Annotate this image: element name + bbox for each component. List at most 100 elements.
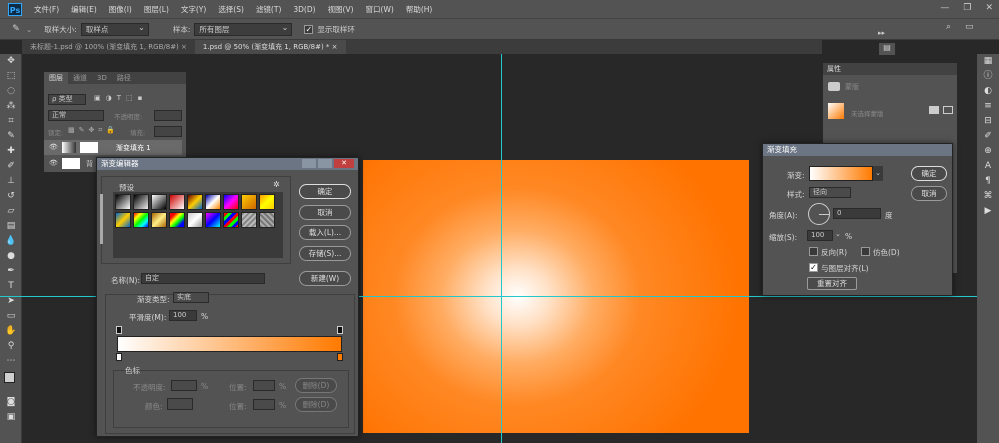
new-button[interactable]: 新建(W)	[299, 271, 351, 286]
type-tool-icon[interactable]: T	[0, 279, 22, 294]
scale-field[interactable]: 100	[807, 230, 833, 241]
eraser-tool-icon[interactable]: ▱	[0, 204, 22, 219]
sample-size-select[interactable]: 取样点	[80, 22, 149, 36]
history-brush-icon[interactable]: ↺	[0, 189, 22, 204]
workspace-icon[interactable]: ▭	[965, 22, 979, 34]
stop-color-swatch[interactable]	[167, 398, 193, 410]
screen-mode-icon[interactable]: ▣	[0, 410, 22, 425]
name-field[interactable]: 自定	[141, 273, 265, 284]
quick-select-tool-icon[interactable]: ⁂	[0, 99, 22, 114]
gradient-type-select[interactable]: 实底	[173, 292, 209, 303]
show-ring-checkbox[interactable]: ✓	[304, 24, 314, 34]
menu-filter[interactable]: 滤镜(T)	[250, 4, 287, 15]
paragraph-icon[interactable]: ¶	[977, 174, 999, 189]
tool-preset-chevron-icon[interactable]: ⌄	[26, 25, 32, 34]
stop-color-location-field[interactable]	[253, 399, 275, 410]
reverse-checkbox[interactable]	[809, 247, 818, 256]
preset-swatch[interactable]	[133, 212, 149, 228]
preset-swatch[interactable]	[223, 212, 239, 228]
layer-kind-filter[interactable]: ρ 类型	[48, 94, 86, 105]
maximize-icon[interactable]	[318, 159, 332, 168]
visibility-eye-icon[interactable]: 👁	[49, 159, 58, 167]
preset-swatch[interactable]	[115, 212, 131, 228]
stop-opacity-field[interactable]	[171, 380, 197, 391]
tab-close-icon[interactable]: ×	[181, 43, 187, 51]
visibility-eye-icon[interactable]: 👁	[49, 143, 58, 151]
panel-collapse-icon[interactable]: ▸▸	[878, 29, 894, 41]
lasso-tool-icon[interactable]: ◌	[0, 84, 22, 99]
stop-location-field[interactable]	[253, 380, 275, 391]
preset-swatch[interactable]	[187, 212, 203, 228]
presets-scrollbar[interactable]	[100, 194, 103, 244]
menu-help[interactable]: 帮助(H)	[400, 4, 439, 15]
opacity-stop-right[interactable]	[337, 326, 343, 334]
gradient-tool-icon[interactable]: ▤	[0, 219, 22, 234]
blend-mode-select[interactable]: 正常	[48, 110, 104, 121]
info-icon[interactable]: ⓘ	[977, 69, 999, 84]
pixel-mask-icon[interactable]	[929, 106, 939, 114]
foreground-color-swatch[interactable]	[4, 372, 15, 383]
gradient-preview-bar[interactable]	[117, 336, 342, 352]
vertical-guide[interactable]	[501, 54, 502, 443]
cancel-button[interactable]: 取消	[299, 205, 351, 220]
zoom-tool-icon[interactable]: ⚲	[0, 339, 22, 354]
delete-opacity-stop-button[interactable]: 删除(D)	[295, 378, 337, 393]
scale-chevron-icon[interactable]: ⌄	[835, 230, 845, 241]
fill-field[interactable]	[154, 126, 182, 137]
cancel-button[interactable]: 取消	[911, 186, 947, 201]
move-tool-icon[interactable]: ✥	[0, 54, 22, 69]
blur-tool-icon[interactable]: 💧	[0, 234, 22, 249]
menu-type[interactable]: 文字(Y)	[175, 4, 212, 15]
clone-source-icon[interactable]: ⊕	[977, 144, 999, 159]
vector-mask-icon[interactable]	[943, 106, 953, 114]
preset-swatch[interactable]	[151, 212, 167, 228]
minimize-icon[interactable]: —	[940, 3, 949, 13]
preset-swatch[interactable]	[223, 194, 239, 210]
properties-icon[interactable]: ⊟	[977, 114, 999, 129]
pen-tool-icon[interactable]: ✒	[0, 264, 22, 279]
marquee-tool-icon[interactable]: ⬚	[0, 69, 22, 84]
close-icon[interactable]: ✕	[985, 3, 993, 13]
menu-3d[interactable]: 3D(D)	[287, 5, 321, 14]
preset-swatch[interactable]	[115, 194, 131, 210]
ok-button[interactable]: 确定	[299, 184, 351, 199]
close-icon[interactable]: ✕	[334, 159, 354, 168]
doc-tab-1[interactable]: 未标题-1.psd @ 100% (渐变填充 1, RGB/8#) ×	[22, 40, 195, 54]
properties-tab[interactable]: 属性	[823, 63, 957, 75]
tab-paths[interactable]: 路径	[112, 72, 136, 84]
crop-tool-icon[interactable]: ⌗	[0, 114, 22, 129]
edit-toolbar-icon[interactable]: ⋯	[0, 354, 22, 369]
preset-swatch[interactable]	[241, 194, 257, 210]
brush-tool-icon[interactable]: ✐	[0, 159, 22, 174]
align-checkbox[interactable]: ✓	[809, 263, 818, 272]
menu-file[interactable]: 文件(F)	[28, 4, 65, 15]
doc-tab-2[interactable]: 1.psd @ 50% (渐变填充 1, RGB/8#) * ×	[194, 40, 346, 54]
preset-swatch[interactable]	[259, 212, 275, 228]
restore-icon[interactable]: ❐	[963, 3, 971, 13]
menu-select[interactable]: 选择(S)	[212, 4, 250, 15]
color-swatches[interactable]	[0, 369, 21, 395]
search-icon[interactable]: ⌕	[946, 22, 958, 34]
preset-swatch[interactable]	[259, 194, 275, 210]
opacity-field[interactable]	[154, 110, 182, 121]
eyedropper-tool-icon[interactable]: ✎	[0, 129, 22, 144]
character-icon[interactable]: A	[977, 159, 999, 174]
gradient-picker-chevron-icon[interactable]: ⌄	[873, 166, 883, 181]
layer-filter-icons[interactable]: ▣◑T⬚▪	[94, 94, 182, 105]
healing-tool-icon[interactable]: ✚	[0, 144, 22, 159]
delete-color-stop-button[interactable]: 删除(D)	[295, 397, 337, 412]
styles-icon[interactable]: ⌘	[977, 189, 999, 204]
preset-swatch[interactable]	[205, 194, 221, 210]
preset-swatch[interactable]	[133, 194, 149, 210]
dither-checkbox[interactable]	[861, 247, 870, 256]
preset-swatch[interactable]	[169, 194, 185, 210]
layer-comps-icon[interactable]: ▦	[977, 54, 999, 69]
tab-close-icon[interactable]: ×	[332, 43, 338, 51]
adjustments-icon[interactable]: ◐	[977, 84, 999, 99]
layer-row-gradient[interactable]: 👁 渐变填充 1	[44, 140, 182, 155]
menu-image[interactable]: 图像(I)	[103, 4, 138, 15]
tab-3d[interactable]: 3D	[92, 72, 112, 84]
gradient-picker[interactable]	[809, 166, 873, 181]
preset-swatch[interactable]	[151, 194, 167, 210]
tab-channels[interactable]: 通道	[68, 72, 92, 84]
